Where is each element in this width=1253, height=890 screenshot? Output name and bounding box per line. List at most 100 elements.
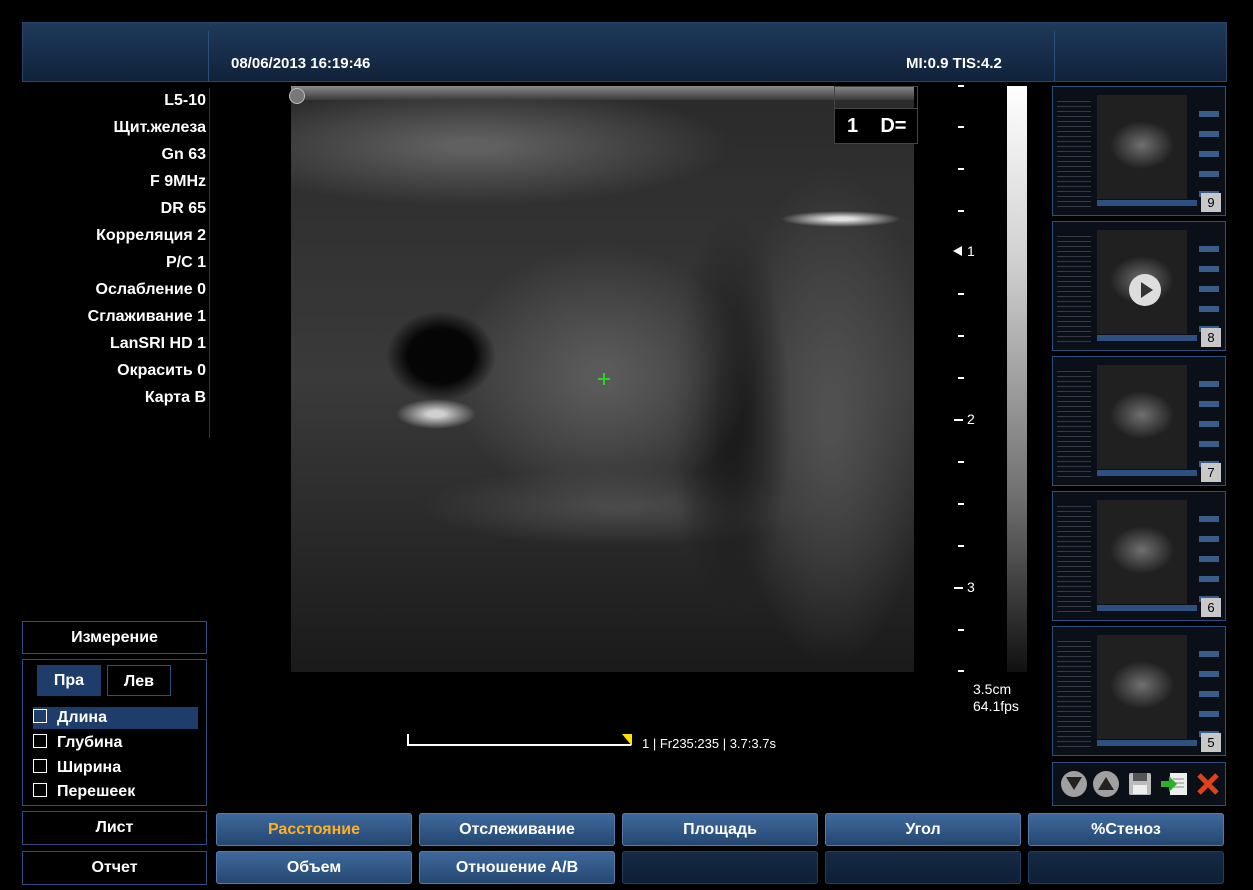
thumbnail-number: 7 xyxy=(1201,463,1221,482)
measure-item-isthmus[interactable]: Перешеек xyxy=(33,781,198,803)
thumbnail-image xyxy=(1097,95,1187,199)
thumbnail-bar xyxy=(1097,470,1197,476)
area-button[interactable]: Площадь xyxy=(622,813,818,846)
measurement-label: D= xyxy=(880,115,907,137)
volume-button[interactable]: Объем xyxy=(216,851,412,884)
angle-button[interactable]: Угол xyxy=(825,813,1021,846)
depth-tick xyxy=(958,210,964,212)
thumbnail-params xyxy=(1057,367,1091,477)
tab-left[interactable]: Лев xyxy=(107,665,171,696)
measurement-result-box: 1 D= xyxy=(834,108,918,144)
delete-icon[interactable] xyxy=(1195,771,1221,797)
arrow-up-icon[interactable] xyxy=(1093,771,1119,797)
thumbnail-6[interactable]: 6 xyxy=(1052,491,1226,621)
thumbnail-image xyxy=(1097,500,1187,604)
param-probe: L5-10 xyxy=(164,92,206,109)
param-gain: Gn 63 xyxy=(161,146,206,163)
measure-item-label: Длина xyxy=(57,709,107,726)
checkbox[interactable] xyxy=(33,783,47,797)
depth-tick xyxy=(954,587,963,589)
depth-range: 3.5cm xyxy=(973,681,1012,697)
depth-tick xyxy=(958,126,964,128)
cine-position-marker[interactable] xyxy=(622,734,632,746)
depth-tick xyxy=(958,461,964,463)
cine-frame-info: 1 | Fr235:235 | 3.7:3.7s xyxy=(642,736,776,751)
trace-button[interactable]: Отслеживание xyxy=(419,813,615,846)
thumbnail-buttons xyxy=(1199,367,1219,467)
thumbnail-buttons xyxy=(1199,637,1219,737)
crosshair-cursor[interactable] xyxy=(598,373,610,385)
arrow-down-icon[interactable] xyxy=(1061,771,1087,797)
export-icon[interactable] xyxy=(1161,771,1187,797)
depth-tick xyxy=(958,335,964,337)
measure-item-label: Глубина xyxy=(57,734,123,751)
measurement-index: 1 xyxy=(847,115,859,137)
checkbox[interactable] xyxy=(33,709,47,723)
checkbox[interactable] xyxy=(33,759,47,773)
empty-button xyxy=(622,851,818,884)
frame-rate: 64.1fps xyxy=(973,698,1019,714)
param-dynamic-range: DR 65 xyxy=(160,200,206,217)
divider xyxy=(1054,31,1055,81)
thumbnail-number: 5 xyxy=(1201,733,1221,752)
divider xyxy=(208,31,209,81)
grayscale-bar xyxy=(1007,86,1027,672)
measurement-box-frame xyxy=(834,86,918,108)
measure-item-length[interactable]: Длина xyxy=(33,707,198,729)
thumbnail-5[interactable]: 5 xyxy=(1052,626,1226,756)
depth-tick xyxy=(958,503,964,505)
distance-button[interactable]: Расстояние xyxy=(216,813,412,846)
measurement-panel: Пра Лев Длина Глубина Ширина Перешеек xyxy=(22,659,207,806)
depth-label: 2 xyxy=(967,411,975,427)
ab-ratio-button[interactable]: Отношение A/B xyxy=(419,851,615,884)
report-button[interactable]: Отчет xyxy=(22,851,207,885)
thumbnail-number: 6 xyxy=(1201,598,1221,617)
param-preset: Щит.железа xyxy=(113,119,206,136)
measurement-panel-title: Измерение xyxy=(22,621,207,654)
checkbox[interactable] xyxy=(33,734,47,748)
thumbnail-bar xyxy=(1097,740,1197,746)
measure-item-depth[interactable]: Глубина xyxy=(33,732,198,754)
imaging-parameters: L5-10 Щит.железа Gn 63 F 9MHz DR 65 Корр… xyxy=(22,89,206,413)
param-lansri: LanSRI HD 1 xyxy=(109,335,206,352)
param-frequency: F 9MHz xyxy=(150,173,206,190)
stenosis-button[interactable]: %Стеноз xyxy=(1028,813,1224,846)
thumbnail-params xyxy=(1057,637,1091,747)
thumbnail-8[interactable]: 8 xyxy=(1052,221,1226,351)
param-map: Карта B xyxy=(144,389,206,406)
thumbnail-image xyxy=(1097,635,1187,739)
thumbnail-buttons xyxy=(1199,502,1219,602)
depth-tick xyxy=(958,85,964,87)
depth-tick xyxy=(958,629,964,631)
depth-tick xyxy=(958,545,964,547)
empty-button xyxy=(825,851,1021,884)
thumbnail-9[interactable]: 9 xyxy=(1052,86,1226,216)
depth-info: 3.5cm 64.1fps xyxy=(973,681,1019,715)
focus-marker-icon[interactable] xyxy=(953,246,962,256)
mi-tis-readout: MI:0.9 TIS:4.2 xyxy=(906,55,1002,72)
depth-tick xyxy=(958,670,964,672)
depth-tick xyxy=(958,293,964,295)
top-bar xyxy=(22,22,1227,82)
datetime: 08/06/2013 16:19:46 xyxy=(231,55,371,72)
depth-label: 3 xyxy=(967,579,975,595)
param-smoothing: Сглаживание 1 xyxy=(87,308,206,325)
param-attenuation: Ослабление 0 xyxy=(95,281,206,298)
thumbnail-image xyxy=(1097,365,1187,469)
thumbnail-params xyxy=(1057,502,1091,612)
param-correlation: Корреляция 2 xyxy=(96,227,206,244)
save-icon[interactable] xyxy=(1127,771,1153,797)
image-top-band xyxy=(291,86,914,100)
thumbnail-bar xyxy=(1097,335,1197,341)
empty-button xyxy=(1028,851,1224,884)
play-icon[interactable] xyxy=(1129,274,1161,306)
depth-tick xyxy=(954,419,963,421)
thumbnail-params xyxy=(1057,232,1091,342)
thumbnail-7[interactable]: 7 xyxy=(1052,356,1226,486)
thumbnail-toolbar xyxy=(1052,762,1226,806)
cine-timeline[interactable] xyxy=(409,744,631,746)
measure-item-label: Перешеек xyxy=(57,783,136,800)
sheet-button[interactable]: Лист xyxy=(22,811,207,845)
measure-item-width[interactable]: Ширина xyxy=(33,757,198,779)
tab-right[interactable]: Пра xyxy=(37,665,101,696)
